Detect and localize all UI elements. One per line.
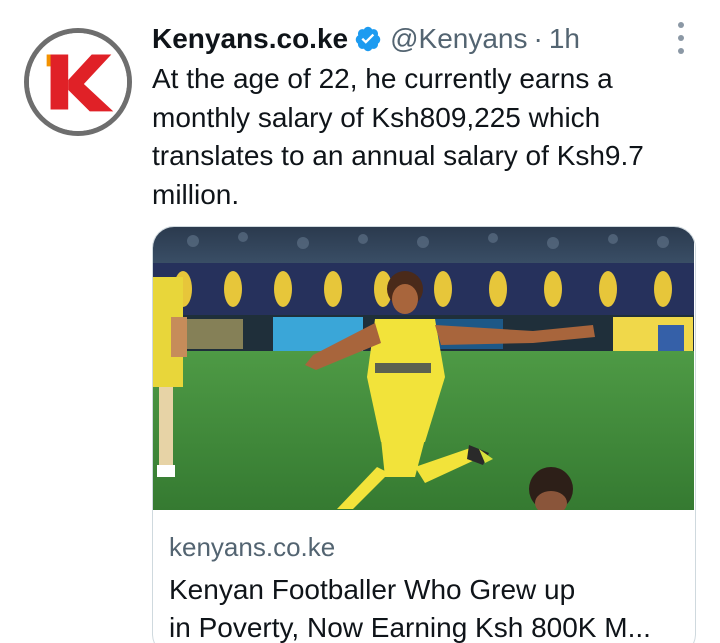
more-dot xyxy=(678,35,684,41)
tweet-header: Kenyans.co.ke @Kenyans · 1h xyxy=(152,18,580,60)
handle[interactable]: @Kenyans xyxy=(390,23,527,55)
avatar[interactable] xyxy=(24,28,132,136)
separator-dot: · xyxy=(533,23,543,54)
display-name[interactable]: Kenyans.co.ke xyxy=(152,23,348,55)
more-vertical-icon[interactable] xyxy=(674,22,688,54)
card-title-line: in Poverty, Now Earning Ksh 800K M... xyxy=(169,612,651,643)
more-dot xyxy=(678,48,684,54)
timestamp[interactable]: 1h xyxy=(549,23,580,55)
tweet[interactable]: Kenyans.co.ke @Kenyans · 1h At the age o… xyxy=(0,0,720,643)
verified-badge-icon xyxy=(354,25,382,53)
card-title: Kenyan Footballer Who Grew up in Poverty… xyxy=(169,571,679,643)
tweet-text: At the age of 22, he currently earns a m… xyxy=(152,63,644,210)
card-image xyxy=(153,227,694,510)
footballer-photo-icon xyxy=(153,227,694,510)
kenyans-logo-icon xyxy=(29,33,127,131)
link-card[interactable]: kenyans.co.ke Kenyan Footballer Who Grew… xyxy=(152,226,696,643)
card-title-line: Kenyan Footballer Who Grew up xyxy=(169,574,576,605)
more-dot xyxy=(678,22,684,28)
card-domain: kenyans.co.ke xyxy=(169,532,336,562)
